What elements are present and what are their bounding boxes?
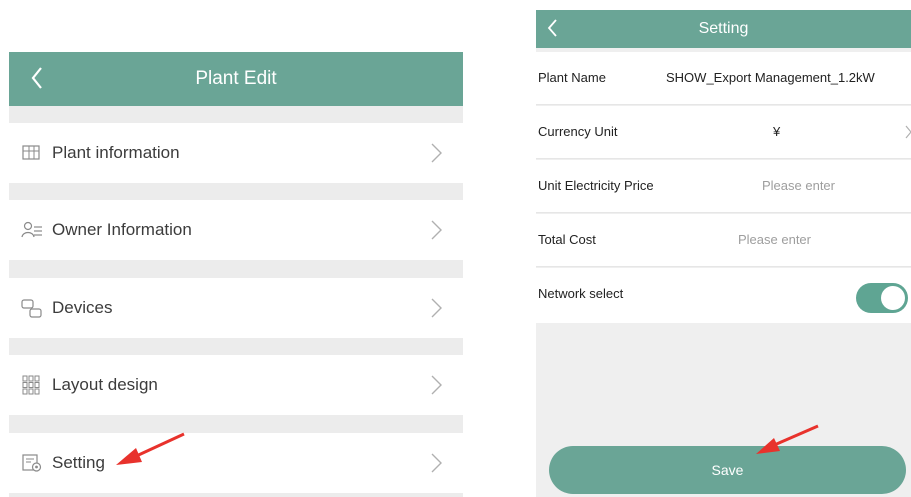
page-title: Setting — [698, 20, 749, 37]
menu-item-label: Devices — [52, 298, 113, 317]
setting-screen: Setting Plant Name SHOW_Export Managemen… — [536, 10, 911, 497]
menu-item-plant-information[interactable]: Plant information — [9, 123, 463, 183]
plant-edit-screen: Plant Edit Plant information Owner Infor… — [9, 52, 463, 497]
unit-price-row: Unit Electricity Price — [536, 160, 911, 213]
menu-item-label: Plant information — [52, 143, 180, 162]
plant-name-row: Plant Name SHOW_Export Management_1.2kW — [536, 52, 911, 105]
toggle-knob — [881, 286, 905, 310]
save-button[interactable]: Save — [549, 446, 906, 494]
chevron-right-icon — [431, 220, 442, 240]
plant-name-label: Plant Name — [538, 70, 606, 85]
menu-item-label: Owner Information — [52, 220, 192, 239]
total-cost-label: Total Cost — [538, 232, 596, 247]
unit-price-input[interactable] — [736, 174, 861, 196]
page-title: Plant Edit — [195, 68, 277, 89]
owner-icon — [21, 221, 42, 238]
network-select-label: Network select — [538, 286, 624, 301]
menu-item-devices[interactable]: Devices — [9, 278, 463, 338]
menu-item-setting[interactable]: Setting — [9, 433, 463, 493]
menu-item-owner-information[interactable]: Owner Information — [9, 200, 463, 260]
currency-unit-value[interactable]: ¥ — [773, 124, 780, 139]
network-toggle[interactable] — [856, 283, 908, 313]
currency-unit-row[interactable]: Currency Unit ¥ — [536, 106, 911, 159]
layout-icon — [22, 375, 40, 395]
total-cost-row: Total Cost — [536, 214, 911, 267]
plant-info-icon — [22, 145, 40, 160]
network-select-row: Network select — [536, 268, 911, 323]
currency-unit-label: Currency Unit — [538, 124, 618, 139]
chevron-right-icon — [905, 125, 911, 139]
menu-item-label: Layout design — [52, 375, 158, 394]
plant-edit-header: Plant Edit — [9, 52, 463, 106]
setting-header: Setting — [536, 10, 911, 48]
menu-item-layout-design[interactable]: Layout design — [9, 355, 463, 415]
menu-item-label: Setting — [52, 453, 105, 472]
total-cost-input[interactable] — [712, 228, 837, 250]
chevron-right-icon — [431, 453, 442, 473]
chevron-right-icon — [431, 375, 442, 395]
chevron-right-icon — [431, 143, 442, 163]
devices-icon — [21, 299, 42, 318]
setting-icon — [22, 454, 42, 472]
unit-price-label: Unit Electricity Price — [538, 178, 654, 193]
plant-name-value[interactable]: SHOW_Export Management_1.2kW — [666, 70, 875, 85]
chevron-right-icon — [431, 298, 442, 318]
